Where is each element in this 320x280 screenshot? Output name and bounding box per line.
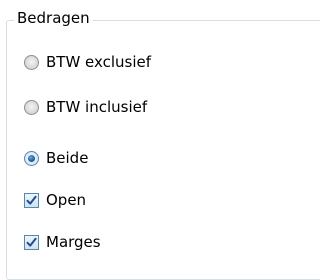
checkbox-marges-label[interactable]: Marges <box>46 232 101 252</box>
checkbox-checkmark-icon[interactable] <box>24 234 39 250</box>
radio-circle-icon[interactable] <box>24 99 39 115</box>
checkbox-open-label[interactable]: Open <box>46 190 86 210</box>
radio-btw-exclusief-label[interactable]: BTW exclusief <box>46 52 151 72</box>
radio-btw-inclusief[interactable]: BTW inclusief <box>24 97 147 117</box>
checkbox-marges[interactable]: Marges <box>24 232 101 252</box>
radio-btw-exclusief[interactable]: BTW exclusief <box>24 52 151 72</box>
radio-beide[interactable]: Beide <box>24 148 88 168</box>
radio-selected-icon[interactable] <box>24 150 39 166</box>
checkbox-open[interactable]: Open <box>24 190 86 210</box>
radio-circle-icon[interactable] <box>24 54 39 70</box>
radio-btw-inclusief-label[interactable]: BTW inclusief <box>46 97 147 117</box>
radio-beide-label[interactable]: Beide <box>46 148 88 168</box>
group-title: Bedragen <box>14 8 93 28</box>
checkbox-checkmark-icon[interactable] <box>24 192 39 208</box>
